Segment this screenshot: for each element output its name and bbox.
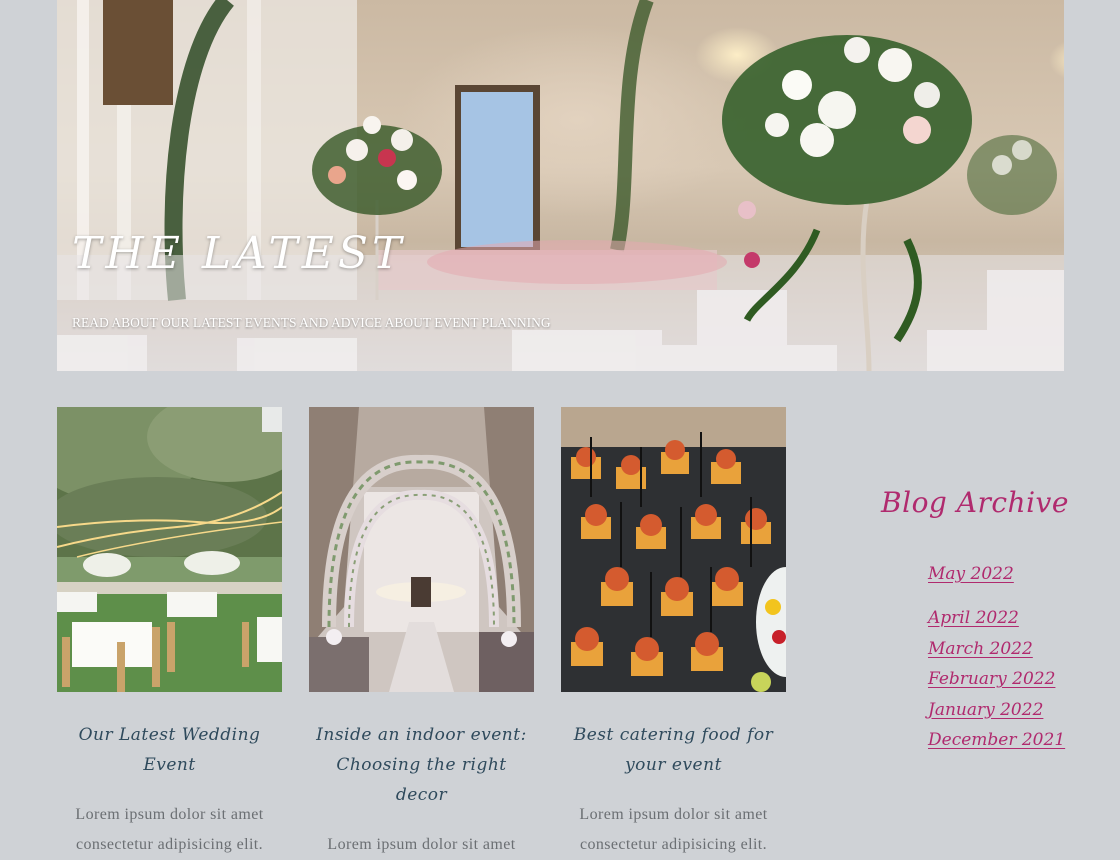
post-title[interactable]: Inside an indoor event: Choosing the rig… — [309, 720, 534, 810]
archive-item: February 2022 — [928, 669, 1065, 700]
archive-link-december-2021[interactable]: December 2021 — [928, 730, 1065, 750]
hero-title: THE LATEST — [72, 228, 406, 279]
post-card: Inside an indoor event: Choosing the rig… — [309, 407, 534, 860]
post-image-wedding[interactable] — [57, 407, 282, 692]
archive-item: January 2022 — [928, 700, 1065, 731]
archive-item: May 2022 — [928, 564, 1065, 608]
post-card: Our Latest Wedding Event Lorem ipsum dol… — [57, 407, 282, 860]
post-card: Best catering food for your event Lorem … — [561, 407, 786, 860]
hero-subtitle: READ ABOUT OUR LATEST EVENTS AND ADVICE … — [72, 315, 551, 330]
archive-list: May 2022 April 2022 March 2022 February … — [928, 564, 1065, 761]
hero-banner: THE LATEST READ ABOUT OUR LATEST EVENTS … — [57, 0, 1064, 371]
archive-link-january-2022[interactable]: January 2022 — [928, 700, 1043, 720]
sidebar-title: Blog Archive — [881, 486, 1069, 519]
archive-item: December 2021 — [928, 730, 1065, 761]
blog-archive-sidebar: Blog Archive May 2022 April 2022 March 2… — [880, 486, 1070, 750]
post-title[interactable]: Our Latest Wedding Event — [57, 720, 282, 780]
post-title[interactable]: Best catering food for your event — [561, 720, 786, 780]
archive-item: April 2022 — [928, 608, 1065, 639]
archive-link-february-2022[interactable]: February 2022 — [928, 669, 1055, 689]
post-image-catering[interactable] — [561, 407, 786, 692]
archive-item: March 2022 — [928, 639, 1065, 670]
archive-link-march-2022[interactable]: March 2022 — [928, 639, 1033, 659]
post-image-indoor-decor[interactable] — [309, 407, 534, 692]
archive-link-april-2022[interactable]: April 2022 — [928, 608, 1019, 628]
post-excerpt: Lorem ipsum dolor sit amet consectetur a… — [579, 806, 768, 853]
blog-page: THE LATEST READ ABOUT OUR LATEST EVENTS … — [0, 0, 1120, 860]
archive-link-may-2022[interactable]: May 2022 — [928, 564, 1014, 584]
post-excerpt: Lorem ipsum dolor sit amet consectetur a… — [327, 836, 516, 853]
post-excerpt: Lorem ipsum dolor sit amet consectetur a… — [75, 806, 264, 853]
